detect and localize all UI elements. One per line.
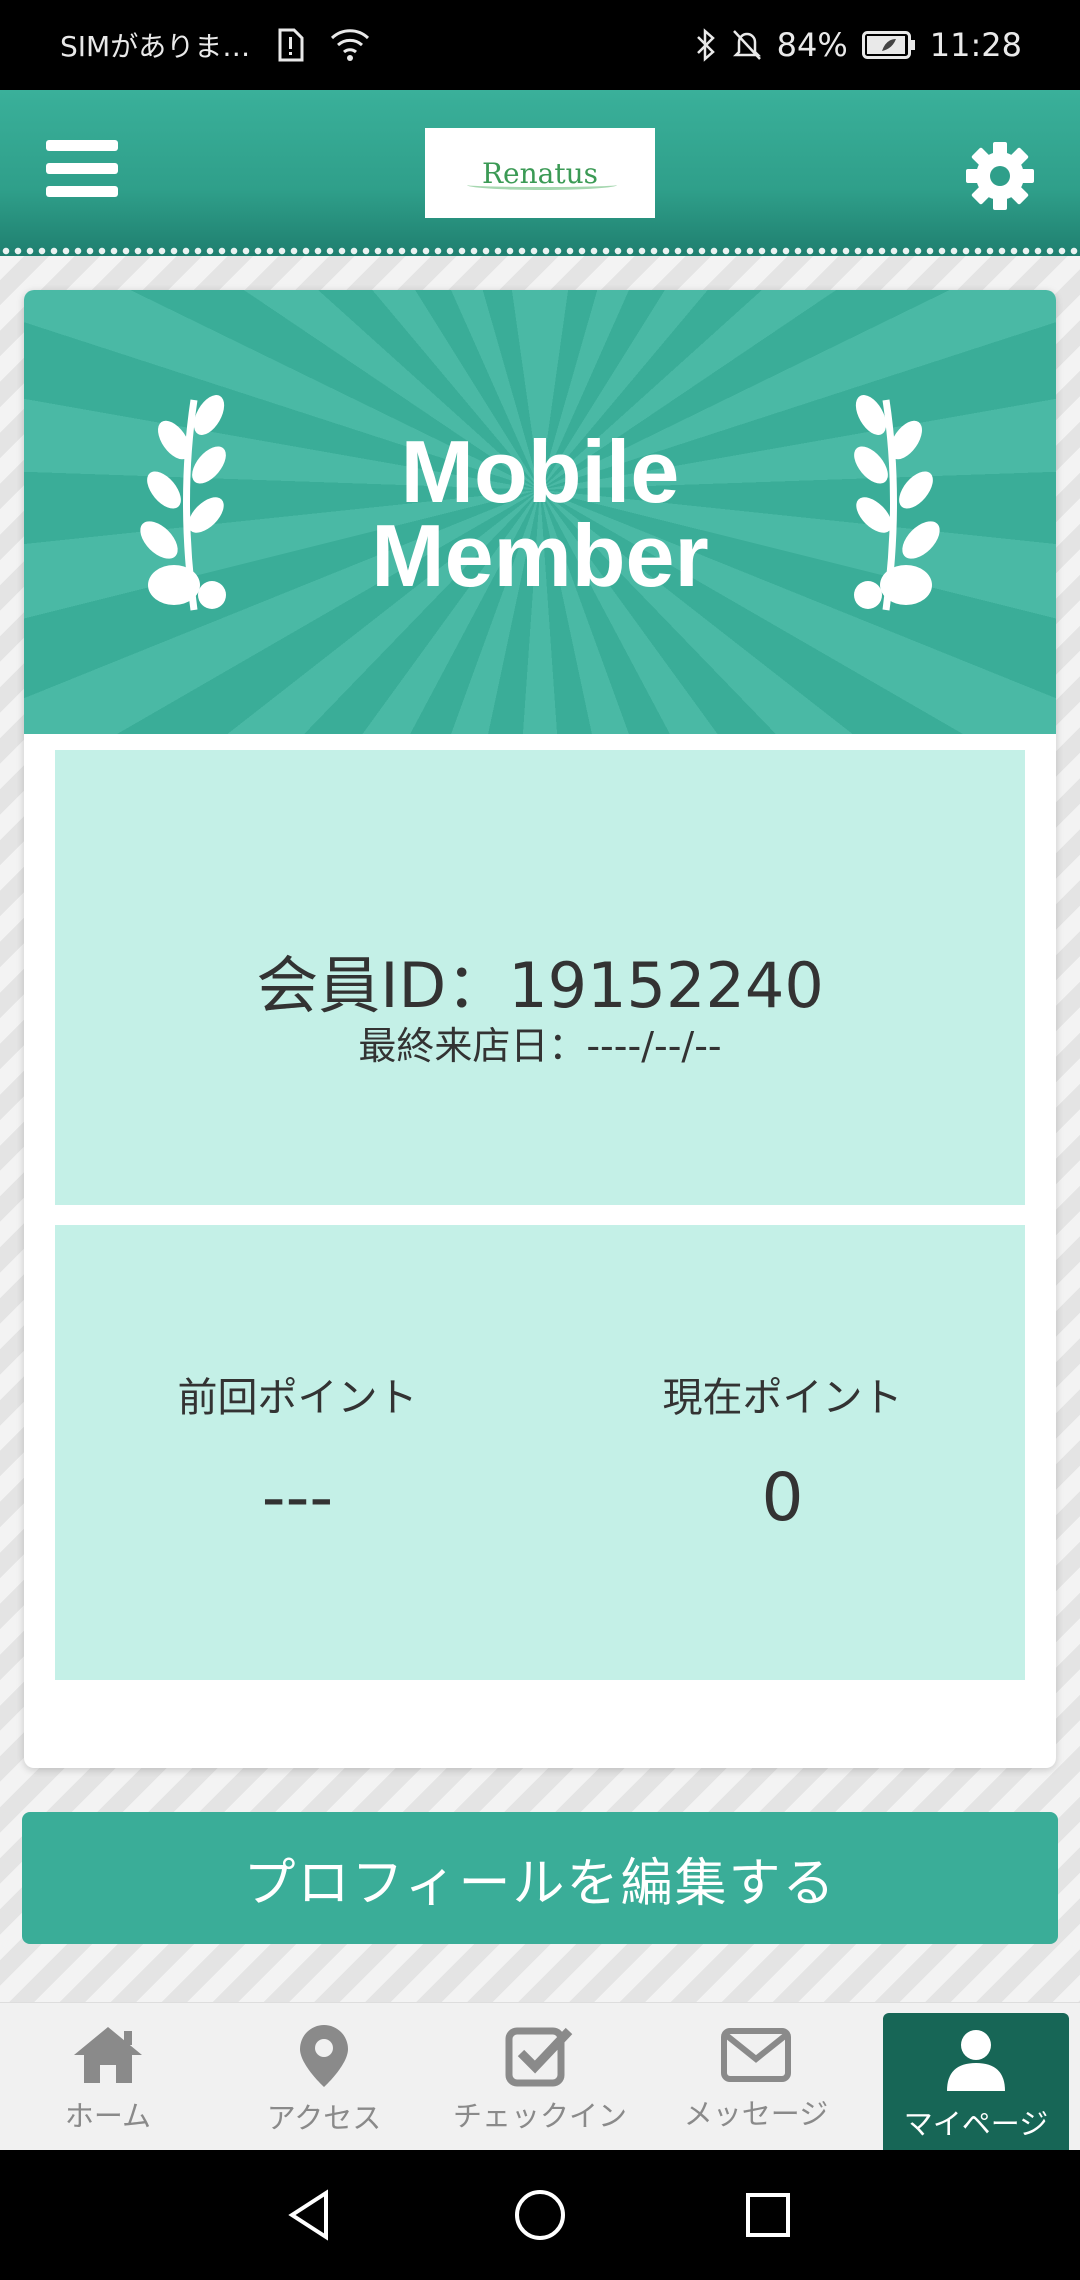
tab-mypage[interactable]: マイページ [883, 2013, 1069, 2151]
mute-bell-icon [731, 28, 763, 62]
home-icon [74, 2027, 142, 2083]
member-card: Mobile Member 会員ID：19152240 最終来店日：----/-… [24, 290, 1056, 1768]
carrier-text: SIMがありま… [60, 30, 251, 63]
current-points-value: 0 [761, 1459, 804, 1536]
battery-icon [861, 31, 916, 59]
user-icon [947, 2030, 1005, 2091]
points-panel: 前回ポイント --- 現在ポイント 0 [55, 1225, 1025, 1680]
member-id: 会員ID：19152240 [256, 949, 824, 1022]
current-points-label: 現在ポイント [662, 1375, 903, 1421]
member-info-panel: 会員ID：19152240 最終来店日：----/--/-- [55, 750, 1025, 1205]
laurel-icon [854, 395, 940, 611]
previous-points-label: 前回ポイント [177, 1375, 418, 1421]
tab-home[interactable]: ホーム [0, 2003, 216, 2151]
previous-points: 前回ポイント --- [55, 1365, 540, 1536]
status-bar: SIMがありま… 84% 11:28 [0, 0, 1080, 90]
tab-messages[interactable]: メッセージ [648, 2003, 864, 2151]
last-visit-date: 最終来店日：----/--/-- [358, 1024, 722, 1068]
bottom-tab-bar: ホーム アクセス チェックイン メッセージ マイページ [0, 2002, 1080, 2151]
recents-square-icon[interactable] [738, 2185, 798, 2245]
clock: 11:28 [929, 26, 1022, 64]
battery-percent: 84% [776, 26, 848, 64]
previous-points-value: --- [261, 1459, 334, 1536]
wifi-icon [330, 28, 370, 62]
current-points: 現在ポイント 0 [540, 1365, 1025, 1536]
app-header: Renatus [0, 90, 1080, 256]
envelope-icon [721, 2028, 791, 2082]
gear-icon[interactable] [964, 140, 1036, 212]
home-circle-icon[interactable] [510, 2185, 570, 2245]
member-banner: Mobile Member [24, 290, 1056, 734]
hamburger-icon[interactable] [46, 140, 118, 204]
map-pin-icon [300, 2025, 348, 2087]
app-logo[interactable]: Renatus [425, 128, 655, 218]
app-screen: SIMがありま… 84% 11:28 Renatus Mobile Member… [0, 0, 1080, 2280]
tab-access[interactable]: アクセス [216, 2003, 432, 2151]
checkbox-icon [505, 2027, 573, 2087]
bluetooth-icon [695, 28, 717, 62]
edit-profile-button[interactable]: プロフィールを編集する [22, 1812, 1058, 1944]
back-icon[interactable] [280, 2185, 340, 2245]
tab-checkin[interactable]: チェックイン [432, 2003, 648, 2151]
system-nav-bar [0, 2150, 1080, 2280]
sim-alert-icon [276, 28, 304, 62]
